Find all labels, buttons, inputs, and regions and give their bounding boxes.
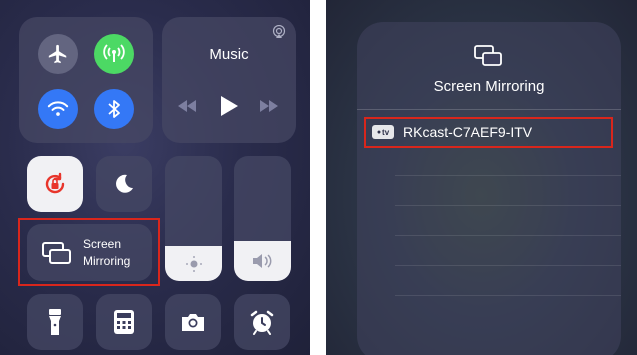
alarm-clock-button[interactable]	[234, 294, 290, 350]
header-divider	[357, 109, 621, 110]
volume-level-fill	[234, 241, 291, 281]
sun-icon	[185, 255, 202, 272]
flashlight-icon	[49, 309, 61, 335]
music-tile[interactable]: Music	[162, 17, 296, 143]
screen-mirroring-panel: Screen Mirroring ● tv RKcast-C7AEF9-ITV	[326, 0, 637, 355]
speaker-icon	[252, 254, 271, 268]
volume-slider[interactable]	[234, 156, 291, 281]
flashlight-button[interactable]	[27, 294, 83, 350]
wifi-button[interactable]	[38, 89, 78, 129]
list-separator-4	[395, 265, 621, 266]
list-separator-3	[395, 235, 621, 236]
camera-icon	[182, 314, 204, 331]
calculator-icon	[114, 310, 134, 334]
screen-mirroring-highlight-box	[18, 218, 160, 286]
play-icon[interactable]	[219, 95, 239, 117]
screen-mirroring-sheet: Screen Mirroring ● tv RKcast-C7AEF9-ITV	[357, 22, 621, 355]
cellular-antenna-icon	[103, 44, 125, 62]
control-center-panel: Music Screen Mirroring	[0, 0, 310, 355]
airplay-audio-icon[interactable]	[272, 25, 286, 39]
alarm-clock-icon	[250, 310, 274, 335]
list-separator-5	[395, 295, 621, 296]
wifi-icon	[47, 101, 69, 116]
screen-mirroring-icon	[474, 45, 502, 66]
connectivity-tile	[19, 17, 153, 143]
rotation-lock-icon	[45, 172, 65, 194]
device-highlight-box	[364, 117, 613, 148]
bluetooth-icon	[108, 100, 120, 118]
brightness-level-fill	[165, 246, 222, 281]
brightness-slider[interactable]	[165, 156, 222, 281]
previous-track-icon[interactable]	[176, 99, 198, 113]
list-separator-1	[395, 175, 621, 176]
moon-icon	[116, 174, 133, 193]
list-separator-2	[395, 205, 621, 206]
screen-mirroring-title: Screen Mirroring	[433, 78, 545, 95]
music-title: Music	[209, 46, 249, 63]
bluetooth-button[interactable]	[94, 89, 134, 129]
do-not-disturb-button[interactable]	[96, 156, 152, 212]
camera-button[interactable]	[165, 294, 221, 350]
calculator-button[interactable]	[96, 294, 152, 350]
next-track-icon[interactable]	[258, 99, 280, 113]
cellular-data-button[interactable]	[94, 34, 134, 74]
airplane-mode-button[interactable]	[38, 34, 78, 74]
rotation-lock-button[interactable]	[27, 156, 83, 212]
airplane-icon	[48, 44, 67, 64]
